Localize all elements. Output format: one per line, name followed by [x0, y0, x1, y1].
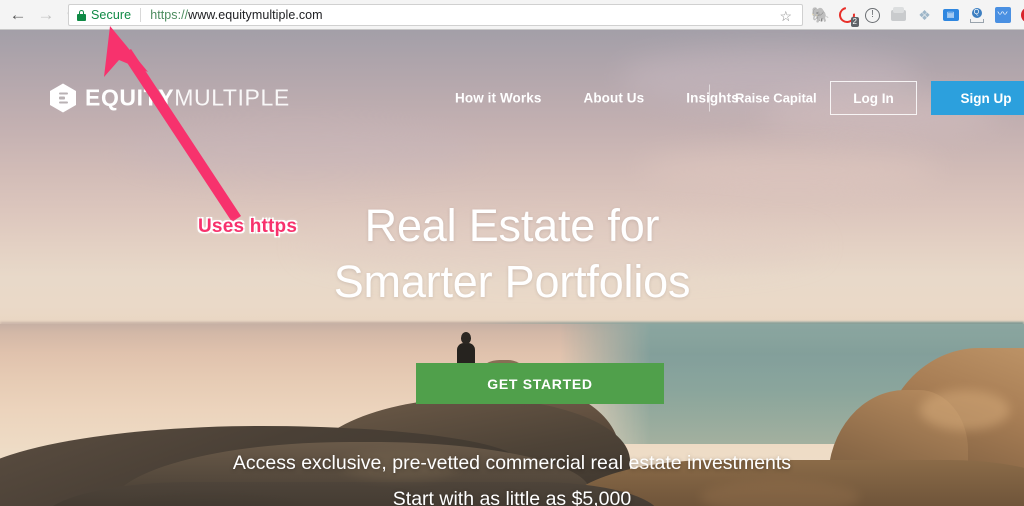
extension-tray: 🐘 2 ! ❖ ▤ Q 〰 P: [811, 0, 1024, 30]
screen-recorder-extension-icon[interactable]: 2: [835, 3, 859, 27]
omnibox-divider: [140, 8, 142, 22]
site-logo[interactable]: EQUITYMULTIPLE: [50, 83, 290, 113]
login-button[interactable]: Log In: [830, 81, 917, 115]
hexagon-logo-icon: [50, 83, 76, 113]
security-badge: Secure: [91, 8, 132, 22]
primary-nav: How it Works About Us Insights: [455, 91, 739, 106]
site-logo-text: EQUITYMULTIPLE: [85, 85, 290, 112]
analytics-extension-icon[interactable]: 〰: [994, 7, 1011, 24]
grey-card-extension-icon[interactable]: [890, 6, 907, 24]
back-arrow-icon[interactable]: ←: [6, 3, 30, 27]
pinterest-extension-icon[interactable]: P: [1020, 7, 1024, 24]
nav-link-raise-capital[interactable]: Raise Capital: [735, 91, 817, 106]
url-scheme: https://: [150, 8, 189, 22]
hero-subtitle-line2: Start with as little as $5,000: [392, 488, 632, 506]
nav-divider: [709, 84, 710, 112]
nav-link-insights[interactable]: Insights: [686, 91, 739, 106]
url-host: www.equitymultiple.com: [188, 8, 323, 22]
dropbox-extension-icon[interactable]: ❖: [916, 7, 933, 24]
blue-card-extension-icon[interactable]: ▤: [942, 7, 959, 24]
logo-text-light: MULTIPLE: [174, 84, 290, 111]
signup-button[interactable]: Sign Up: [931, 81, 1024, 115]
nav-link-how-it-works[interactable]: How it Works: [455, 91, 541, 106]
webpage-viewport: EQUITYMULTIPLE How it Works About Us Ins…: [0, 30, 1024, 506]
annotation-label: Uses https: [198, 216, 298, 237]
lock-icon: [77, 9, 86, 21]
hero-heading-line1: Real Estate for: [364, 200, 660, 251]
evernote-extension-icon[interactable]: 🐘: [811, 7, 830, 24]
get-started-button[interactable]: GET STARTED: [416, 363, 664, 404]
info-extension-icon[interactable]: !: [864, 7, 881, 24]
url-text: https://www.equitymultiple.com: [150, 8, 322, 22]
address-bar[interactable]: Secure https://www.equitymultiple.com ☆: [68, 4, 803, 26]
logo-text-bold: EQUITY: [85, 84, 175, 111]
hero-heading: Real Estate for Smarter Portfolios: [0, 198, 1024, 310]
site-header: EQUITYMULTIPLE How it Works About Us Ins…: [0, 30, 1024, 118]
bookmark-star-icon[interactable]: ☆: [779, 8, 792, 25]
forward-arrow-icon: →: [37, 5, 55, 24]
hero-heading-line2: Smarter Portfolios: [333, 256, 691, 307]
extension-badge-count: 2: [850, 16, 859, 27]
nav-link-about-us[interactable]: About Us: [583, 91, 644, 106]
blue-stamp-extension-icon[interactable]: Q: [968, 7, 985, 24]
hero-subtitle-line1: Access exclusive, pre-vetted commercial …: [232, 452, 792, 474]
